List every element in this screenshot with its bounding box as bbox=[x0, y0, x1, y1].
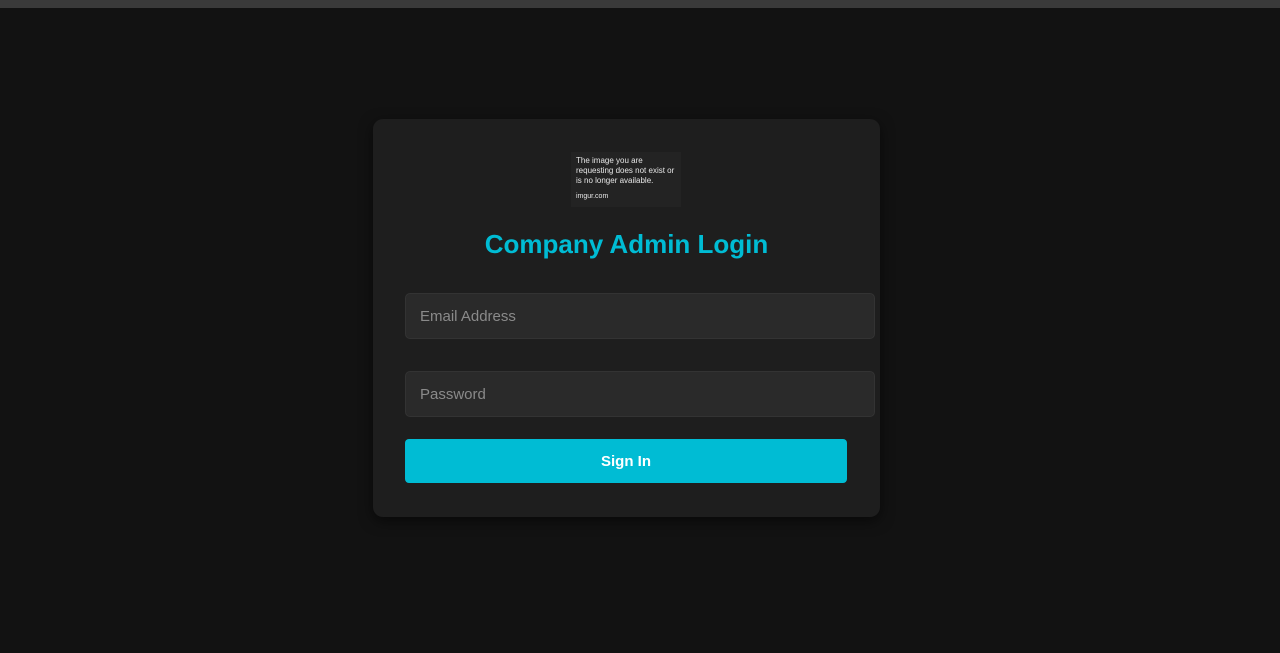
top-strip bbox=[0, 0, 1280, 8]
login-card: The image you are requesting does not ex… bbox=[373, 119, 880, 517]
logo-domain: imgur.com bbox=[576, 193, 609, 200]
logo-image: The image you are requesting does not ex… bbox=[571, 152, 681, 207]
logo-message: The image you are requesting does not ex… bbox=[576, 156, 675, 185]
sign-in-button[interactable]: Sign In bbox=[405, 439, 847, 483]
password-field[interactable] bbox=[405, 371, 875, 417]
email-field[interactable] bbox=[405, 293, 875, 339]
page-title: Company Admin Login bbox=[484, 229, 769, 259]
